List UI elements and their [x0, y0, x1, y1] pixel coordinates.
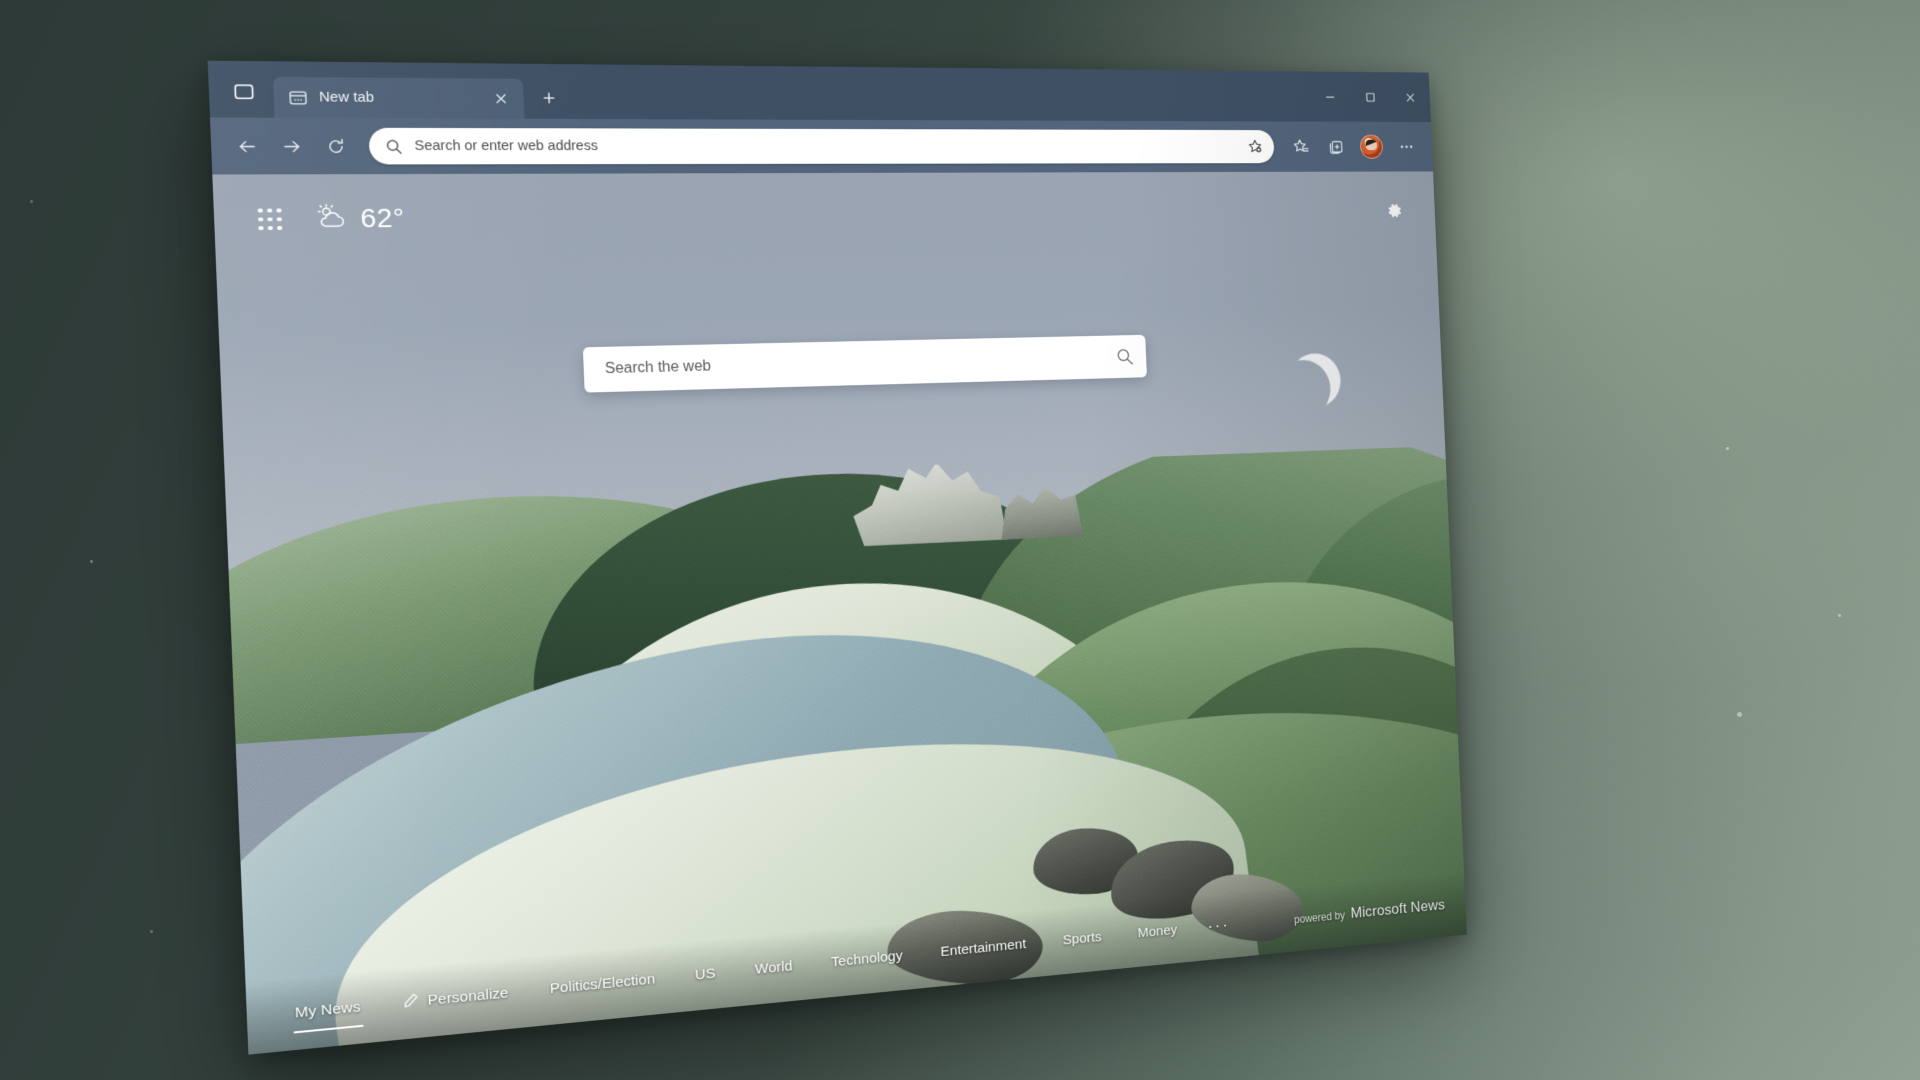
news-tab-politics-election[interactable]: Politics/Election — [547, 967, 657, 1002]
more-options-icon[interactable] — [1390, 130, 1423, 164]
microsoft-news-brand: Microsoft News — [1350, 896, 1446, 922]
news-tab-personalize[interactable]: Personalize — [401, 980, 511, 1017]
news-tab-entertainment[interactable]: Entertainment — [938, 933, 1028, 965]
browser-toolbar: Search or enter web address — [209, 117, 1434, 175]
tab-search-icon[interactable] — [218, 69, 268, 114]
page-settings-gear-icon[interactable] — [1380, 196, 1408, 225]
close-tab-icon[interactable] — [488, 86, 515, 111]
collections-icon[interactable] — [1319, 129, 1353, 164]
maximize-icon[interactable] — [1349, 72, 1391, 122]
news-tab-money[interactable]: Money — [1135, 918, 1179, 945]
powered-by-prefix: powered by — [1293, 909, 1346, 927]
address-bar-placeholder: Search or enter web address — [414, 138, 599, 154]
weather-widget[interactable]: 62° — [314, 200, 406, 236]
profile-avatar[interactable] — [1359, 134, 1384, 159]
news-tab-my-news[interactable]: My News — [292, 995, 363, 1027]
new-tab-button[interactable] — [532, 82, 566, 114]
new-tab-page-favicon — [288, 88, 308, 107]
desktop-stage: New tab Search or enter web address 62° … — [0, 0, 1920, 1080]
partly-cloudy-icon — [314, 201, 348, 237]
search-icon[interactable] — [1115, 347, 1135, 367]
newtab-top-bar: 62° — [212, 171, 1436, 264]
tab-new-tab[interactable]: New tab — [272, 76, 525, 119]
refresh-icon[interactable] — [314, 127, 356, 166]
search-icon — [385, 138, 403, 154]
forward-arrow-icon[interactable] — [270, 127, 313, 166]
tab-title: New tab — [318, 89, 375, 106]
close-window-icon[interactable] — [1389, 72, 1431, 122]
add-to-favorites-icon[interactable] — [1242, 134, 1268, 160]
pencil-icon — [403, 992, 419, 1013]
browser-window: New tab Search or enter web address 62° … — [207, 60, 1467, 1055]
new-tab-page: 62° Search the web My News Personalize P… — [212, 171, 1467, 1055]
news-tab-sports[interactable]: Sports — [1061, 925, 1104, 952]
news-tab-technology[interactable]: Technology — [829, 944, 905, 975]
news-tab-personalize-label: Personalize — [427, 984, 509, 1009]
search-input-placeholder: Search the web — [604, 358, 712, 377]
tab-strip: New tab — [207, 60, 1431, 123]
minimize-icon[interactable] — [1308, 71, 1351, 121]
window-controls — [1308, 71, 1431, 122]
favorites-icon[interactable] — [1284, 129, 1318, 164]
weather-temperature: 62° — [359, 202, 406, 234]
back-arrow-icon[interactable] — [225, 126, 268, 165]
app-grid-icon[interactable] — [257, 208, 282, 231]
news-tab-world[interactable]: World — [753, 954, 795, 982]
address-bar[interactable]: Search or enter web address — [368, 127, 1275, 165]
powered-by-microsoft-news: powered by Microsoft News — [1294, 896, 1445, 928]
news-tab-us[interactable]: US — [693, 961, 718, 988]
news-more-icon[interactable]: ··· — [1207, 916, 1230, 937]
